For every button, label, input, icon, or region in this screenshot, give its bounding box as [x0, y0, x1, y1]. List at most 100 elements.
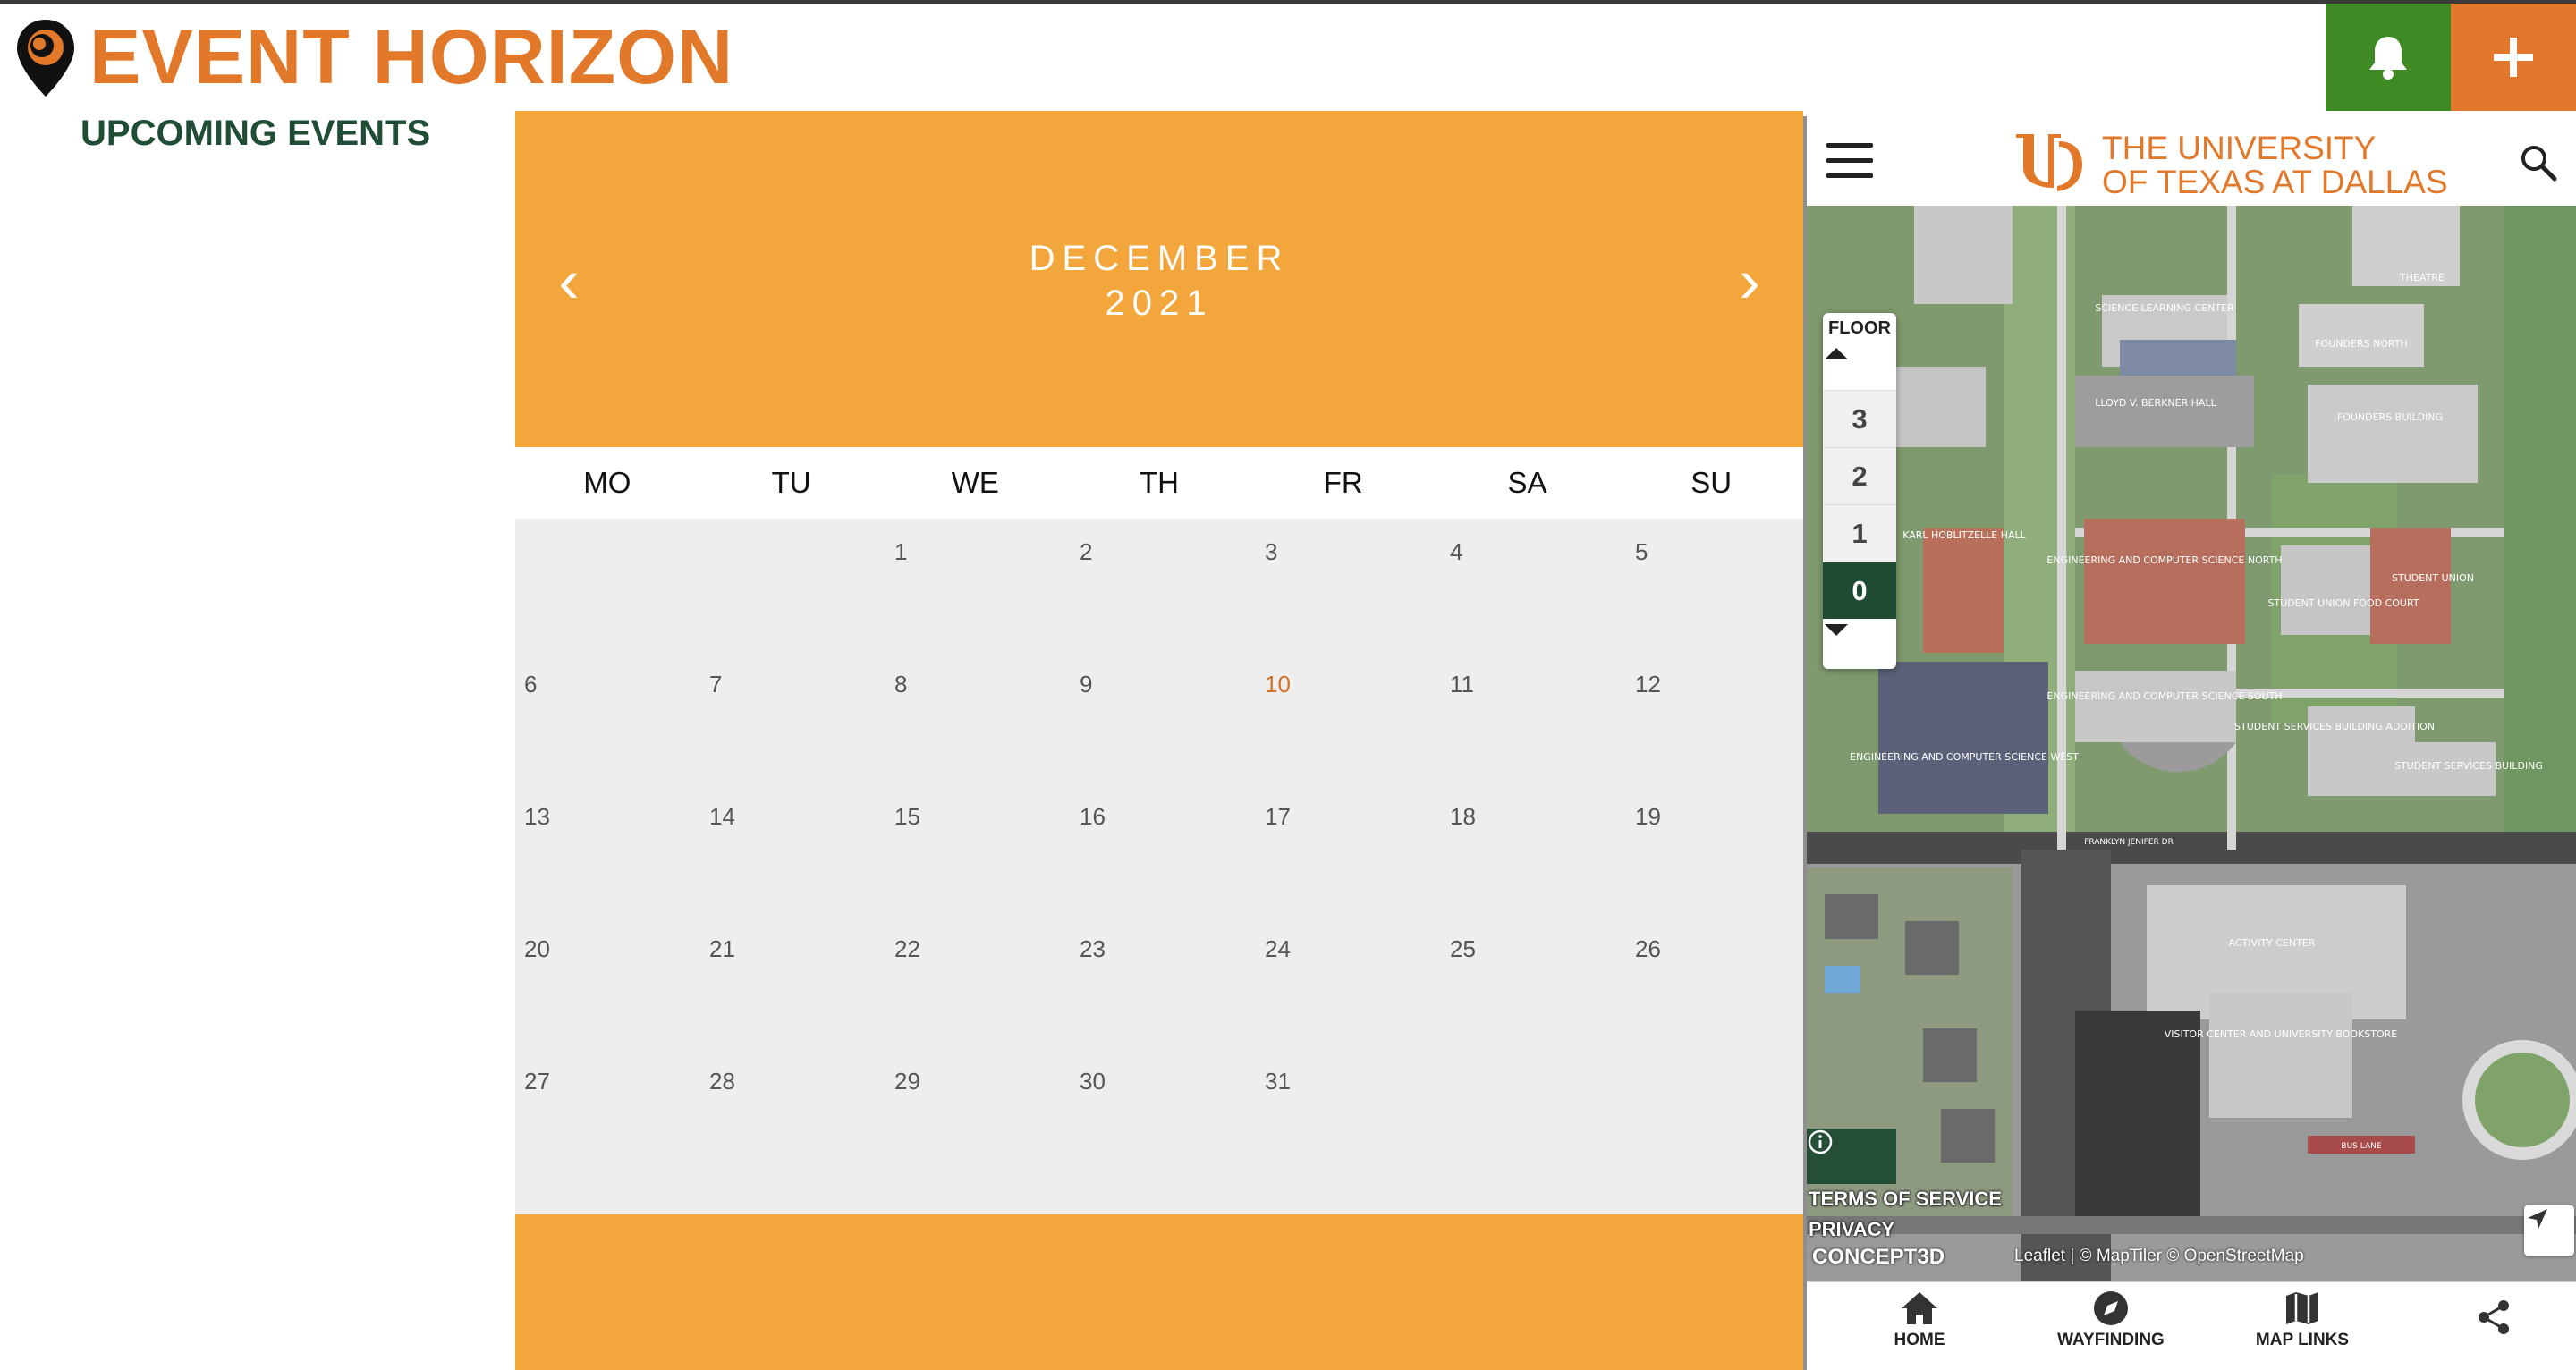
terms-of-service-link[interactable]: TERMS OF SERVICE: [1809, 1188, 2002, 1211]
weekday-label: SA: [1507, 466, 1547, 499]
university-name-line1: THE UNIVERSITY: [2102, 130, 2377, 166]
nav-home-label: HOME: [1894, 1331, 1945, 1349]
calendar-day[interactable]: 4: [1441, 519, 1626, 651]
map-label: SCIENCE LEARNING CENTER: [2095, 302, 2234, 314]
map-label: ACTIVITY CENTER: [2229, 937, 2316, 949]
menu-icon[interactable]: [1826, 143, 1873, 179]
map-info-button[interactable]: [1807, 1129, 1896, 1184]
calendar-day[interactable]: 16: [1071, 783, 1256, 916]
calendar-day[interactable]: 31: [1256, 1048, 1441, 1180]
map-label: STUDENT SERVICES BUILDING: [2394, 760, 2543, 772]
search-icon[interactable]: [2519, 143, 2558, 182]
caret-up-icon: [1825, 348, 1848, 359]
weekday-label: TH: [1140, 466, 1180, 499]
calendar-day[interactable]: 30: [1071, 1048, 1256, 1180]
calendar-day[interactable]: 2: [1071, 519, 1256, 651]
nav-wayfinding[interactable]: WAYFINDING: [2048, 1290, 2174, 1366]
floor-selector: FLOOR 3 2 1 0: [1823, 313, 1896, 669]
add-event-button[interactable]: [2451, 4, 2576, 111]
calendar-day[interactable]: 3: [1256, 519, 1441, 651]
map-label: KARL HOBLITZELLE HALL: [1902, 529, 2026, 541]
map-label: VISITOR CENTER AND UNIVERSITY BOOKSTORE: [2165, 1028, 2398, 1040]
calendar-day[interactable]: 28: [700, 1048, 886, 1180]
calendar-year: 2021: [1105, 283, 1214, 323]
map-attribution: Leaflet | © MapTiler © OpenStreetMap: [2014, 1247, 2304, 1265]
share-icon: [2479, 1300, 2509, 1334]
map-pin-icon: [17, 20, 74, 97]
weekday-row: MO TU WE TH FR SA SU: [515, 447, 1803, 519]
calendar-day[interactable]: 26: [1626, 916, 1811, 1048]
floor-3-button[interactable]: 3: [1823, 390, 1896, 447]
map-label: ENGINEERING AND COMPUTER SCIENCE SOUTH: [2046, 690, 2282, 702]
weekday-label: SU: [1690, 466, 1733, 499]
weekday-label: MO: [583, 466, 631, 499]
calendar-day[interactable]: 13: [515, 783, 700, 916]
calendar-day[interactable]: 9: [1071, 651, 1256, 783]
compass-icon: [2094, 1291, 2128, 1325]
calendar-footer: [515, 1214, 1803, 1370]
map-bottom-nav: HOME WAYFINDING MAP LINKS: [1807, 1281, 2576, 1370]
calendar-day[interactable]: 10: [1256, 651, 1441, 783]
calendar-day[interactable]: 23: [1071, 916, 1256, 1048]
calendar-day[interactable]: 20: [515, 916, 700, 1048]
next-month-button[interactable]: ›: [1714, 245, 1785, 326]
floor-down-button[interactable]: [1823, 622, 1896, 667]
campus-map[interactable]: SCIENCE LEARNING CENTER FOUNDERS NORTH F…: [1807, 206, 2576, 1281]
calendar-day[interactable]: 19: [1626, 783, 1811, 916]
floor-up-button[interactable]: [1823, 345, 1896, 390]
calendar-day[interactable]: 1: [886, 519, 1071, 651]
calendar-day[interactable]: 24: [1256, 916, 1441, 1048]
plus-icon: [2494, 38, 2533, 77]
bell-icon: [2369, 37, 2407, 80]
locate-me-button[interactable]: [2524, 1205, 2574, 1256]
map-label: FOUNDERS BUILDING: [2337, 411, 2443, 423]
weekday-label: FR: [1323, 466, 1363, 499]
info-icon: [1808, 1129, 1833, 1154]
nav-wayfinding-label: WAYFINDING: [2057, 1331, 2165, 1349]
notifications-button[interactable]: [2326, 4, 2451, 111]
floor-0-button[interactable]: 0: [1823, 562, 1896, 619]
campus-map-render: SCIENCE LEARNING CENTER FOUNDERS NORTH F…: [1807, 206, 2576, 1281]
map-label: STUDENT UNION: [2392, 572, 2474, 584]
calendar-day[interactable]: 22: [886, 916, 1071, 1048]
map-label: STUDENT SERVICES BUILDING ADDITION: [2234, 721, 2435, 732]
calendar-day[interactable]: 27: [515, 1048, 700, 1180]
map-header: THE UNIVERSITY OF TEXAS AT DALLAS: [1807, 116, 2576, 206]
calendar-day[interactable]: 18: [1441, 783, 1626, 916]
weekday-label: WE: [951, 466, 999, 499]
weekday-label: TU: [771, 466, 811, 499]
map-label: LLOYD V. BERKNER HALL: [2095, 397, 2216, 409]
calendar-day[interactable]: 11: [1441, 651, 1626, 783]
utd-logo: [2016, 134, 2082, 191]
floor-1-button[interactable]: 1: [1823, 504, 1896, 562]
map-label: FOUNDERS NORTH: [2315, 338, 2408, 350]
calendar-day[interactable]: 14: [700, 783, 886, 916]
calendar-day[interactable]: 12: [1626, 651, 1811, 783]
calendar-day[interactable]: 15: [886, 783, 1071, 916]
map-icon: [2286, 1292, 2318, 1324]
map-label: FRANKLYN JENIFER DR: [2084, 838, 2174, 847]
floor-2-button[interactable]: 2: [1823, 447, 1896, 504]
calendar-day[interactable]: 21: [700, 916, 886, 1048]
calendar-day[interactable]: 17: [1256, 783, 1441, 916]
calendar-day[interactable]: 29: [886, 1048, 1071, 1180]
nav-map-links-label: MAP LINKS: [2255, 1331, 2350, 1349]
navigation-arrow-icon: [2528, 1209, 2547, 1229]
concept3d-logo: CONCEPT3D: [1812, 1245, 1945, 1269]
calendar-header: ‹ DECEMBER 2021 ›: [515, 111, 1803, 447]
privacy-link[interactable]: PRIVACY: [1809, 1218, 1894, 1241]
nav-map-links[interactable]: MAP LINKS: [2240, 1290, 2365, 1366]
nav-share[interactable]: [2431, 1290, 2556, 1366]
map-label: STUDENT UNION FOOD COURT: [2267, 597, 2419, 609]
top-border: [0, 0, 2576, 4]
map-label: ENGINEERING AND COMPUTER SCIENCE NORTH: [2046, 554, 2282, 566]
calendar-day[interactable]: 25: [1441, 916, 1626, 1048]
calendar-days-grid: 1 2 3 4 5 6 7 8 9 10 11 12 13 14 15 16 17 18 19 20 21 22 23 24 2…: [515, 519, 1803, 1323]
map-label: THEATRE: [2399, 272, 2445, 283]
calendar-day[interactable]: 8: [886, 651, 1071, 783]
nav-home[interactable]: HOME: [1857, 1290, 1982, 1366]
calendar-day[interactable]: 7: [700, 651, 886, 783]
calendar-month: DECEMBER: [1029, 239, 1290, 278]
calendar-day[interactable]: 6: [515, 651, 700, 783]
calendar-day[interactable]: 5: [1626, 519, 1811, 651]
